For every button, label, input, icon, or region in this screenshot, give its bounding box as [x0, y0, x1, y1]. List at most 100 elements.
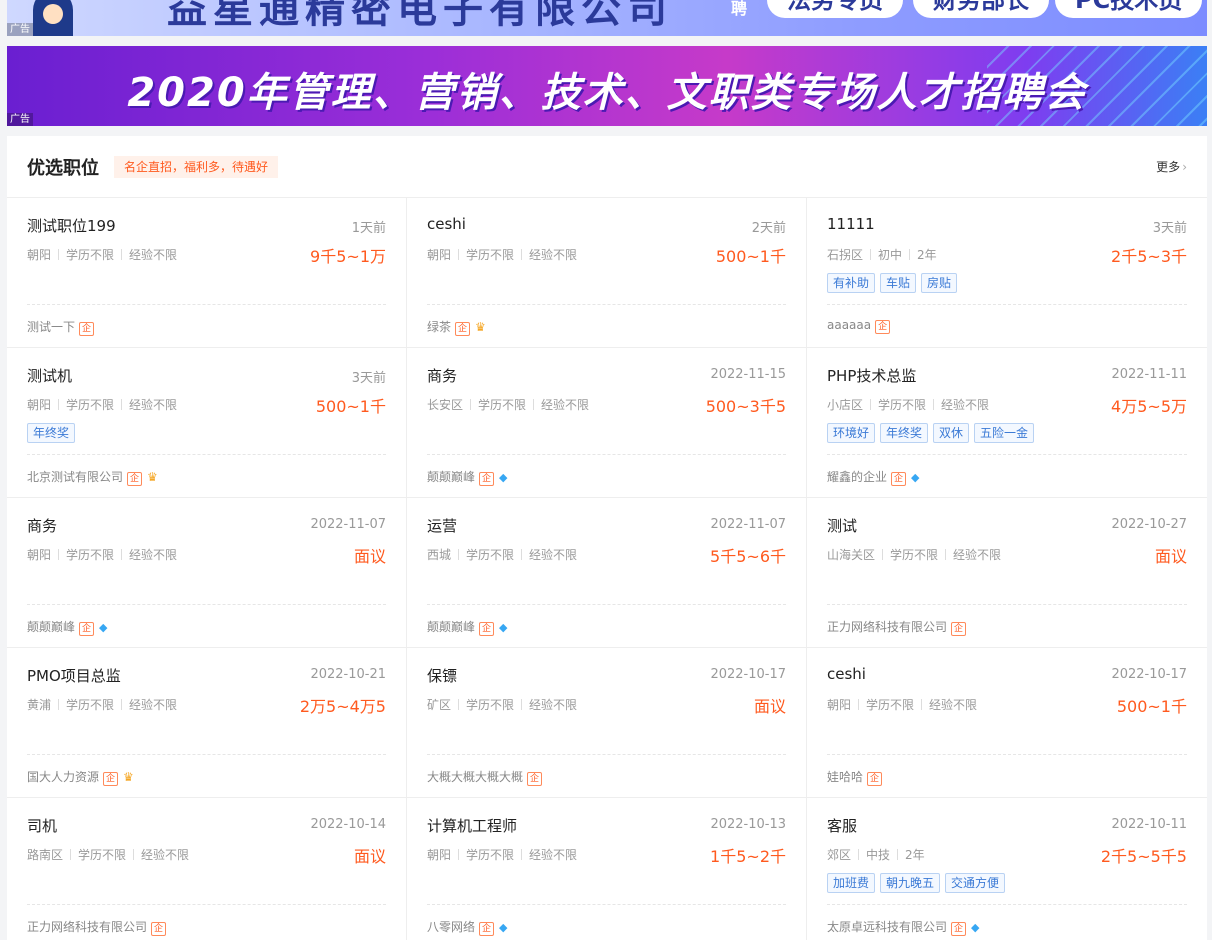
post-date: 2022-11-07 — [310, 517, 386, 532]
job-meta: 朝阳 学历不限 经验不限 — [27, 396, 177, 413]
verified-enterprise-icon: 企 — [479, 922, 495, 936]
verified-enterprise-icon: 企 — [127, 472, 143, 486]
company-name[interactable]: 八零网络 — [427, 920, 475, 934]
job-title[interactable]: 测试 — [827, 515, 857, 536]
job-card[interactable]: 运营 2022-11-07 西城 学历不限 经验不限 5千5~6千 颠颠巅峰企 ◆ — [407, 498, 807, 648]
job-card[interactable]: ceshi 2天前 朝阳 学历不限 经验不限 500~1千 绿茶企 ♛ — [407, 198, 807, 348]
company-name[interactable]: 颠颠巅峰 — [427, 620, 475, 634]
meta-separator — [909, 249, 911, 260]
job-meta: 朝阳 学历不限 经验不限 — [427, 846, 577, 863]
top-ad-banner[interactable]: 益星通精密电子有限公司 聘 法务专员 财务部长 PC技术员 广告 — [7, 0, 1207, 36]
job-location: 朝阳 — [27, 248, 52, 262]
company-name[interactable]: 绿茶 — [427, 320, 451, 334]
job-title[interactable]: 测试职位199 — [27, 215, 116, 236]
company-name[interactable]: 颠颠巅峰 — [427, 470, 475, 484]
benefit-tag: 朝九晚五 — [880, 873, 941, 893]
card-divider — [27, 754, 386, 755]
company-name[interactable]: 太原卓远科技有限公司 — [827, 920, 947, 934]
company-name[interactable]: aaaaaa — [827, 318, 871, 332]
job-meta: 朝阳 学历不限 经验不限 — [827, 696, 977, 713]
more-link[interactable]: 更多 › — [1156, 158, 1187, 175]
company-name[interactable]: 国大人力资源 — [27, 770, 99, 784]
company-name[interactable]: 正力网络科技有限公司 — [827, 620, 947, 634]
company-name[interactable]: 娃哈哈 — [827, 770, 863, 784]
job-location: 朝阳 — [427, 248, 452, 262]
job-meta: 路南区 学历不限 经验不限 — [27, 846, 189, 863]
job-salary: 500~3千5 — [705, 397, 786, 416]
job-title[interactable]: ceshi — [427, 215, 466, 233]
job-location: 石拐区 — [827, 248, 864, 262]
meta-separator — [121, 249, 123, 260]
job-card[interactable]: 保镖 2022-10-17 矿区 学历不限 经验不限 面议 大概大概大概大概企 — [407, 648, 807, 798]
job-card[interactable]: 司机 2022-10-14 路南区 学历不限 经验不限 面议 正力网络科技有限公司企 — [7, 798, 407, 940]
post-date: 2022-10-14 — [310, 817, 386, 832]
job-title[interactable]: 客服 — [827, 815, 857, 836]
company-info: 国大人力资源企 ♛ — [27, 768, 134, 786]
job-title[interactable]: 11111 — [827, 215, 875, 233]
card-divider — [827, 604, 1187, 605]
company-name[interactable]: 大概大概大概大概 — [427, 770, 523, 784]
company-name[interactable]: 正力网络科技有限公司 — [27, 920, 147, 934]
job-salary: 2万5~4万5 — [299, 697, 386, 716]
job-card[interactable]: ceshi 2022-10-17 朝阳 学历不限 经验不限 500~1千 娃哈哈企 — [807, 648, 1207, 798]
job-experience: 经验不限 — [141, 848, 190, 862]
job-experience: 经验不限 — [541, 398, 590, 412]
more-label: 更多 — [1156, 160, 1181, 174]
job-card[interactable]: 客服 2022-10-11 郊区 中技 2年 2千5~5千5 加班费 朝九晚五 交通方便 太原卓远… — [807, 798, 1207, 940]
diamond-icon: ◆ — [911, 471, 920, 484]
company-info: 颠颠巅峰企 ◆ — [427, 468, 508, 486]
ad-position-pill[interactable]: 财务部长 — [913, 0, 1049, 18]
card-divider — [427, 754, 786, 755]
diamond-icon: ◆ — [971, 921, 980, 934]
job-education: 学历不限 — [466, 848, 515, 862]
job-card[interactable]: 商务 2022-11-15 长安区 学历不限 经验不限 500~3千5 颠颠巅峰企 ◆ — [407, 348, 807, 498]
job-title[interactable]: PHP技术总监 — [827, 365, 916, 386]
benefit-tag: 双休 — [933, 423, 970, 443]
ad-position-pill[interactable]: PC技术员 — [1055, 0, 1203, 18]
job-location: 矿区 — [427, 698, 452, 712]
job-title[interactable]: 商务 — [427, 365, 457, 386]
meta-separator — [870, 249, 872, 260]
meta-separator — [858, 699, 860, 710]
job-card[interactable]: PMO项目总监 2022-10-21 黄浦 学历不限 经验不限 2万5~4万5 国大人力资源… — [7, 648, 407, 798]
job-title[interactable]: 保镖 — [427, 665, 457, 686]
job-title[interactable]: 计算机工程师 — [427, 815, 517, 836]
job-title[interactable]: 测试机 — [27, 365, 72, 386]
company-info: 绿茶企 ♛ — [427, 318, 486, 336]
ad-position-pill[interactable]: 法务专员 — [767, 0, 903, 18]
job-education: 学历不限 — [866, 698, 915, 712]
benefit-tag: 年终奖 — [880, 423, 929, 443]
crown-icon: ♛ — [147, 470, 158, 484]
job-card[interactable]: 测试职位199 1天前 朝阳 学历不限 经验不限 9千5~1万 测试一下企 — [7, 198, 407, 348]
job-title[interactable]: PMO项目总监 — [27, 665, 121, 686]
job-card[interactable]: 商务 2022-11-07 朝阳 学历不限 经验不限 面议 颠颠巅峰企 ◆ — [7, 498, 407, 648]
meta-separator — [58, 249, 60, 260]
meta-separator — [133, 849, 135, 860]
job-title[interactable]: 商务 — [27, 515, 57, 536]
job-fair-ad-banner[interactable]: 2020年管理、营销、技术、文职类专场人才招聘会 广告 — [7, 46, 1207, 126]
job-title[interactable]: 司机 — [27, 815, 57, 836]
post-date: 2022-11-07 — [710, 517, 786, 532]
job-education: 学历不限 — [878, 398, 927, 412]
job-card[interactable]: 11111 3天前 石拐区 初中 2年 2千5~3千 有补助 车贴 房贴 aaaaaa 企 — [807, 198, 1207, 348]
job-title[interactable]: ceshi — [827, 665, 866, 683]
job-location: 小店区 — [827, 398, 864, 412]
company-name[interactable]: 耀鑫的企业 — [827, 470, 887, 484]
job-salary: 4万5~5万 — [1111, 397, 1187, 416]
job-title[interactable]: 运营 — [427, 515, 457, 536]
job-card[interactable]: 测试 2022-10-27 山海关区 学历不限 经验不限 面议 正力网络科技有限公司企 — [807, 498, 1207, 648]
company-name[interactable]: 颠颠巅峰 — [27, 620, 75, 634]
company-info: 耀鑫的企业企 ◆ — [827, 468, 920, 486]
job-experience: 经验不限 — [129, 398, 178, 412]
company-info: 正力网络科技有限公司企 — [827, 618, 967, 636]
job-card[interactable]: 测试机 3天前 朝阳 学历不限 经验不限 500~1千 年终奖 北京测试有限公司企 ♛ — [7, 348, 407, 498]
job-card[interactable]: 计算机工程师 2022-10-13 朝阳 学历不限 经验不限 1千5~2千 八零网络企 ◆ — [407, 798, 807, 940]
job-experience: 经验不限 — [129, 248, 178, 262]
company-name[interactable]: 北京测试有限公司 — [27, 470, 123, 484]
meta-separator — [458, 549, 460, 560]
job-meta: 朝阳 学历不限 经验不限 — [27, 546, 177, 563]
job-card[interactable]: PHP技术总监 2022-11-11 小店区 学历不限 经验不限 4万5~5万 环境好 年终奖… — [807, 348, 1207, 498]
company-name[interactable]: 测试一下 — [27, 320, 75, 334]
post-date: 2022-11-11 — [1111, 367, 1187, 382]
diamond-icon: ◆ — [499, 471, 508, 484]
